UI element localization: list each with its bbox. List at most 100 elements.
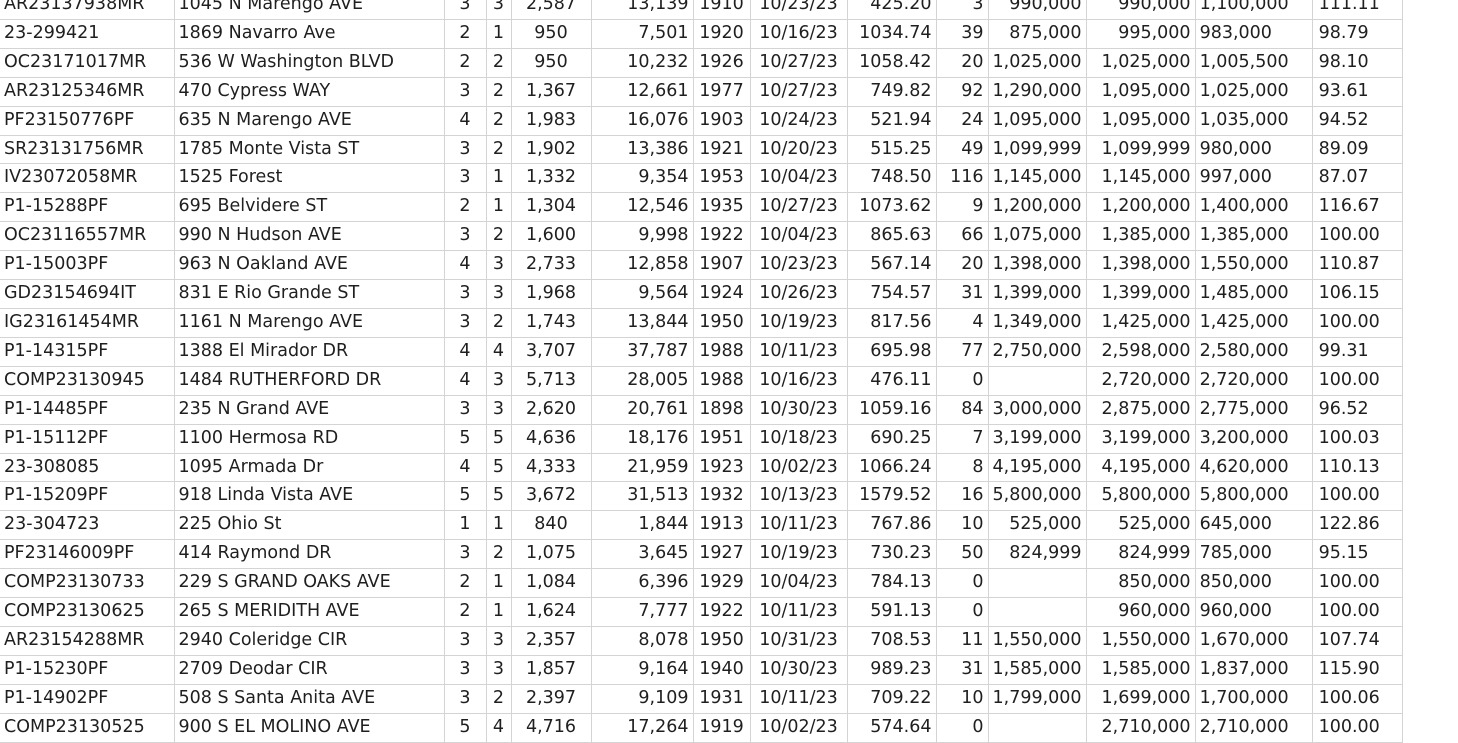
cell-price-per-sqft[interactable]: 567.14 [847, 250, 937, 281]
cell-sale-price[interactable]: 1,025,000 [1195, 77, 1313, 107]
cell-list-original[interactable]: 990,000 [988, 0, 1087, 20]
cell-lot[interactable]: 20,761 [591, 395, 694, 425]
cell-lot[interactable]: 12,661 [591, 77, 694, 107]
cell-mls[interactable]: OC23171017MR [0, 48, 175, 78]
table-row[interactable]: OC23171017MR 536 W Washington BLVD 2 2 950 10… [0, 48, 1403, 78]
table-row[interactable]: IG23161454MR 1161 N Marengo AVE 3 2 1,743 13,… [0, 308, 1403, 338]
cell-sqft[interactable]: 3,672 [511, 481, 592, 512]
cell-sqft[interactable]: 1,304 [511, 192, 592, 223]
cell-address[interactable]: 1785 Monte Vista ST [174, 135, 445, 165]
cell-lot[interactable]: 37,787 [591, 337, 694, 367]
cell-price-per-sqft[interactable]: 754.57 [847, 279, 937, 309]
cell-date[interactable]: 10/30/23 [750, 655, 848, 685]
cell-list-final[interactable]: 960,000 [1086, 597, 1196, 627]
cell-pct[interactable]: 94.52 [1312, 106, 1403, 136]
cell-date[interactable]: 10/04/23 [750, 568, 848, 599]
cell-list-final[interactable]: 1,385,000 [1086, 221, 1196, 252]
cell-dom[interactable]: 0 [936, 366, 989, 396]
cell-lot[interactable]: 13,386 [591, 135, 694, 165]
cell-mls[interactable]: COMP23130945 [0, 366, 175, 396]
cell-dom[interactable]: 10 [936, 684, 989, 714]
cell-list-final[interactable]: 2,720,000 [1086, 366, 1196, 396]
cell-sqft[interactable]: 1,968 [511, 279, 592, 309]
cell-pct[interactable]: 100.00 [1312, 366, 1403, 396]
cell-baths[interactable]: 1 [486, 19, 512, 49]
cell-baths[interactable]: 2 [486, 135, 512, 165]
cell-year[interactable]: 1921 [693, 135, 751, 165]
cell-dom[interactable]: 7 [936, 424, 989, 454]
cell-baths[interactable]: 1 [486, 192, 512, 223]
cell-address[interactable]: 470 Cypress WAY [174, 77, 445, 107]
cell-beds[interactable]: 3 [444, 221, 487, 252]
cell-year[interactable]: 1950 [693, 308, 751, 338]
cell-beds[interactable]: 3 [444, 0, 487, 20]
cell-lot[interactable]: 3,645 [591, 539, 694, 570]
cell-lot[interactable]: 7,777 [591, 597, 694, 627]
cell-mls[interactable]: GD23154694IT [0, 279, 175, 309]
table-row[interactable]: PF23146009PF 414 Raymond DR 3 2 1,075 3,645 19… [0, 539, 1403, 570]
cell-pct[interactable]: 111.11 [1312, 0, 1403, 20]
cell-pct[interactable]: 115.90 [1312, 655, 1403, 685]
cell-beds[interactable]: 3 [444, 77, 487, 107]
cell-lot[interactable]: 28,005 [591, 366, 694, 396]
table-row[interactable]: SR23131756MR 1785 Monte Vista ST 3 2 1,902 13… [0, 135, 1403, 165]
cell-address[interactable]: 1869 Navarro Ave [174, 19, 445, 49]
cell-baths[interactable]: 3 [486, 250, 512, 281]
table-row[interactable]: AR23125346MR 470 Cypress WAY 3 2 1,367 12,661… [0, 77, 1403, 107]
cell-list-final[interactable]: 1,099,999 [1086, 135, 1196, 165]
cell-date[interactable]: 10/31/23 [750, 626, 848, 656]
cell-list-original[interactable]: 1,099,999 [988, 135, 1087, 165]
cell-address[interactable]: 1388 El Mirador DR [174, 337, 445, 367]
cell-dom[interactable]: 77 [936, 337, 989, 367]
cell-pct[interactable]: 100.03 [1312, 424, 1403, 454]
cell-baths[interactable]: 3 [486, 395, 512, 425]
cell-list-final[interactable]: 990,000 [1086, 0, 1196, 20]
cell-sqft[interactable]: 2,397 [511, 684, 592, 714]
cell-sqft[interactable]: 840 [511, 510, 592, 541]
cell-beds[interactable]: 5 [444, 481, 487, 512]
table-row[interactable]: COMP23130733 229 S GRAND OAKS AVE 2 1 1,084 6… [0, 568, 1403, 599]
table-row[interactable]: GD23154694IT 831 E Rio Grande ST 3 3 1,968 9,… [0, 279, 1403, 309]
cell-address[interactable]: 235 N Grand AVE [174, 395, 445, 425]
cell-date[interactable]: 10/13/23 [750, 481, 848, 512]
cell-address[interactable]: 1100 Hermosa RD [174, 424, 445, 454]
cell-dom[interactable]: 39 [936, 19, 989, 49]
cell-sale-price[interactable]: 785,000 [1195, 539, 1313, 570]
cell-lot[interactable]: 1,844 [591, 510, 694, 541]
cell-list-original[interactable]: 1,145,000 [988, 163, 1087, 194]
cell-pct[interactable]: 93.61 [1312, 77, 1403, 107]
table-row[interactable]: P1-14902PF 508 S Santa Anita AVE 3 2 2,397 9,… [0, 684, 1403, 714]
cell-baths[interactable]: 3 [486, 366, 512, 396]
cell-mls[interactable]: COMP23130733 [0, 568, 175, 599]
cell-price-per-sqft[interactable]: 1059.16 [847, 395, 937, 425]
cell-sqft[interactable]: 2,620 [511, 395, 592, 425]
cell-list-original[interactable] [988, 568, 1087, 599]
cell-lot[interactable]: 21,959 [591, 453, 694, 483]
cell-mls[interactable]: P1-15003PF [0, 250, 175, 281]
cell-year[interactable]: 1931 [693, 684, 751, 714]
cell-year[interactable]: 1950 [693, 626, 751, 656]
cell-sqft[interactable]: 3,707 [511, 337, 592, 367]
cell-year[interactable]: 1920 [693, 19, 751, 49]
cell-sale-price[interactable]: 1,400,000 [1195, 192, 1313, 223]
cell-address[interactable]: 2940 Coleridge CIR [174, 626, 445, 656]
cell-pct[interactable]: 96.52 [1312, 395, 1403, 425]
cell-sale-price[interactable]: 1,425,000 [1195, 308, 1313, 338]
cell-dom[interactable]: 31 [936, 279, 989, 309]
cell-beds[interactable]: 4 [444, 250, 487, 281]
cell-dom[interactable]: 49 [936, 135, 989, 165]
cell-sale-price[interactable]: 1,035,000 [1195, 106, 1313, 136]
cell-price-per-sqft[interactable]: 1058.42 [847, 48, 937, 78]
cell-year[interactable]: 1932 [693, 481, 751, 512]
cell-price-per-sqft[interactable]: 695.98 [847, 337, 937, 367]
cell-beds[interactable]: 3 [444, 308, 487, 338]
cell-year[interactable]: 1913 [693, 510, 751, 541]
cell-address[interactable]: 508 S Santa Anita AVE [174, 684, 445, 714]
cell-beds[interactable]: 3 [444, 684, 487, 714]
table-row[interactable]: P1-15209PF 918 Linda Vista AVE 5 5 3,672 31,5… [0, 481, 1403, 512]
cell-list-final[interactable]: 2,598,000 [1086, 337, 1196, 367]
cell-list-final[interactable]: 5,800,000 [1086, 481, 1196, 512]
cell-beds[interactable]: 5 [444, 424, 487, 454]
cell-address[interactable]: 918 Linda Vista AVE [174, 481, 445, 512]
table-row[interactable]: P1-15112PF 1100 Hermosa RD 5 5 4,636 18,176 19… [0, 424, 1403, 454]
